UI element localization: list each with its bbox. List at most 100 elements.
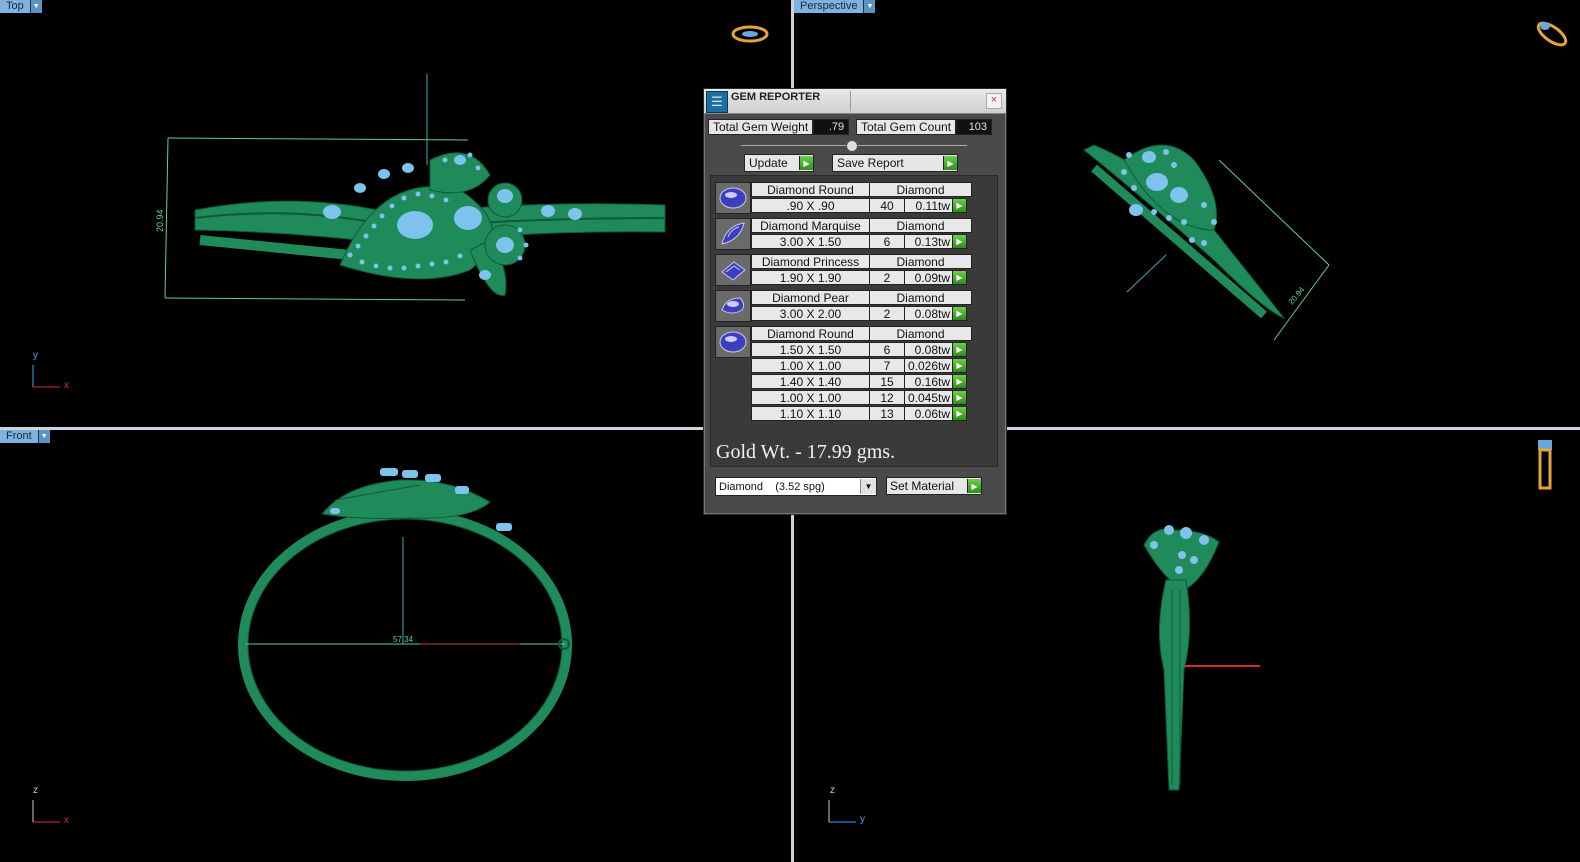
viewport-front[interactable]: 57.34 Front ▼ z x: [0, 430, 791, 862]
viewport-front-label[interactable]: Front ▼: [0, 430, 50, 443]
gem-count: 2: [870, 306, 905, 321]
gem-size: 3.00 X 2.00: [751, 306, 870, 321]
gem-size-row[interactable]: .90 X .90 40 0.11tw ▶: [751, 198, 967, 213]
gem-list[interactable]: Diamond Round Diamond .90 X .90 40 0.11t…: [710, 175, 998, 467]
axis-x-label: x: [64, 815, 69, 826]
gem-name: Diamond Pear: [751, 290, 870, 305]
dialog-titlebar[interactable]: ☰ GEM REPORTER ×: [704, 89, 1006, 114]
gem-count: 7: [870, 358, 905, 373]
select-gem-arrow-icon[interactable]: ▶: [953, 358, 967, 373]
gem-size-row[interactable]: 1.50 X 1.50 6 0.08tw ▶: [751, 342, 967, 357]
play-arrow-icon: ▶: [967, 479, 981, 493]
gem-size: 1.00 X 1.00: [751, 358, 870, 373]
gem-size: 1.40 X 1.40: [751, 374, 870, 389]
gem-count: 15: [870, 374, 905, 389]
gem-size: 3.00 X 1.50: [751, 234, 870, 249]
update-label: Update: [749, 156, 788, 170]
title-separator: [850, 91, 851, 111]
gold-weight-text: Gold Wt. - 17.99 gms.: [716, 441, 896, 463]
material-select[interactable]: Diamond (3.52 spg) ▼: [715, 477, 877, 496]
gem-weight: 0.16tw: [905, 374, 953, 389]
update-button[interactable]: Update ▶: [744, 154, 814, 172]
select-gem-arrow-icon[interactable]: ▶: [953, 374, 967, 389]
gem-name: Diamond Princess: [751, 254, 870, 269]
axis-z-label: z: [830, 785, 835, 796]
chevron-down-icon[interactable]: ▼: [37, 430, 50, 443]
total-weight-value: .79: [813, 119, 850, 135]
perspective-dimension-text: 20.94: [1287, 285, 1307, 307]
gem-size: 1.10 X 1.10: [751, 406, 870, 421]
pear-gem-icon: [715, 290, 751, 322]
gem-weight: 0.13tw: [905, 234, 953, 249]
gem-size-row[interactable]: 1.00 X 1.00 7 0.026tw ▶: [751, 358, 967, 373]
gem-count: 6: [870, 234, 905, 249]
gem-count: 40: [870, 198, 905, 213]
gem-material: Diamond: [870, 326, 972, 341]
view-cube-perspective-icon[interactable]: [1532, 14, 1572, 52]
total-count-value: 103: [956, 119, 993, 135]
total-weight-label: Total Gem Weight: [708, 119, 814, 135]
gem-size: .90 X .90: [751, 198, 870, 213]
select-gem-arrow-icon[interactable]: ▶: [953, 390, 967, 405]
gem-count: 2: [870, 270, 905, 285]
gem-size-row[interactable]: 1.10 X 1.10 13 0.06tw ▶: [751, 406, 967, 421]
gem-size-row[interactable]: 1.00 X 1.00 12 0.045tw ▶: [751, 390, 967, 405]
gem-weight: 0.026tw: [905, 358, 953, 373]
gem-weight: 0.09tw: [905, 270, 953, 285]
round-gem-icon: [715, 182, 751, 214]
gem-name: Diamond Round: [751, 326, 870, 341]
viewport-top[interactable]: 20.94 Top ▼ y x: [0, 0, 791, 427]
select-gem-arrow-icon[interactable]: ▶: [953, 198, 967, 213]
set-material-button[interactable]: Set Material ▶: [886, 477, 982, 495]
top-view-model: 20.94: [155, 74, 666, 301]
set-material-label: Set Material: [890, 479, 955, 493]
select-gem-arrow-icon[interactable]: ▶: [953, 306, 967, 321]
view-cube-top-icon[interactable]: [730, 22, 770, 46]
total-count-row: Total Gem Count 103: [856, 119, 993, 135]
gem-size: 1.00 X 1.00: [751, 390, 870, 405]
gem-size-row[interactable]: 1.90 X 1.90 2 0.09tw ▶: [751, 270, 967, 285]
gem-material: Diamond: [870, 218, 972, 233]
gem-header-row: Diamond Pear Diamond: [751, 290, 972, 305]
viewport-top-label[interactable]: Top ▼: [0, 0, 42, 13]
gem-weight: 0.08tw: [905, 342, 953, 357]
material-select-value: Diamond (3.52 spg): [719, 480, 825, 493]
save-report-label: Save Report: [837, 156, 904, 170]
gem-header-row: Diamond Round Diamond: [751, 182, 972, 197]
select-gem-arrow-icon[interactable]: ▶: [953, 234, 967, 249]
gem-header-row: Diamond Round Diamond: [751, 326, 972, 341]
princess-gem-icon: [715, 254, 751, 286]
gem-name: Diamond Round: [751, 182, 870, 197]
size-slider-handle[interactable]: [846, 140, 858, 152]
viewport-perspective-label[interactable]: Perspective ▼: [794, 0, 876, 13]
gem-weight: 0.11tw: [905, 198, 953, 213]
round-gem-icon: [715, 326, 751, 358]
gem-weight: 0.08tw: [905, 306, 953, 321]
chevron-down-icon[interactable]: ▼: [863, 0, 876, 13]
gem-name: Diamond Marquise: [751, 218, 870, 233]
save-report-button[interactable]: Save Report ▶: [832, 154, 958, 172]
gem-size-row[interactable]: 1.40 X 1.40 15 0.16tw ▶: [751, 374, 967, 389]
gem-reporter-app-icon: ☰: [706, 91, 728, 113]
axis-y-label: y: [860, 814, 865, 825]
select-gem-arrow-icon[interactable]: ▶: [953, 406, 967, 421]
viewport-perspective-name: Perspective: [794, 0, 864, 13]
select-gem-arrow-icon[interactable]: ▶: [953, 270, 967, 285]
chevron-down-icon[interactable]: ▼: [860, 479, 876, 494]
top-dimension-text: 20.94: [155, 209, 165, 232]
total-count-label: Total Gem Count: [856, 119, 957, 135]
gem-header-row: Diamond Princess Diamond: [751, 254, 972, 269]
gem-size-row[interactable]: 3.00 X 1.50 6 0.13tw ▶: [751, 234, 967, 249]
total-weight-row: Total Gem Weight .79: [708, 119, 850, 135]
gem-size: 1.90 X 1.90: [751, 270, 870, 285]
axis-x-label: x: [64, 380, 69, 391]
select-gem-arrow-icon[interactable]: ▶: [953, 342, 967, 357]
gem-count: 13: [870, 406, 905, 421]
play-arrow-icon: ▶: [943, 156, 957, 170]
view-cube-side-icon[interactable]: [1531, 436, 1559, 492]
close-icon[interactable]: ×: [986, 93, 1002, 109]
gem-material: Diamond: [870, 290, 972, 305]
gem-size-row[interactable]: 3.00 X 2.00 2 0.08tw ▶: [751, 306, 967, 321]
chevron-down-icon[interactable]: ▼: [29, 0, 42, 13]
dialog-title: GEM REPORTER: [731, 91, 821, 103]
